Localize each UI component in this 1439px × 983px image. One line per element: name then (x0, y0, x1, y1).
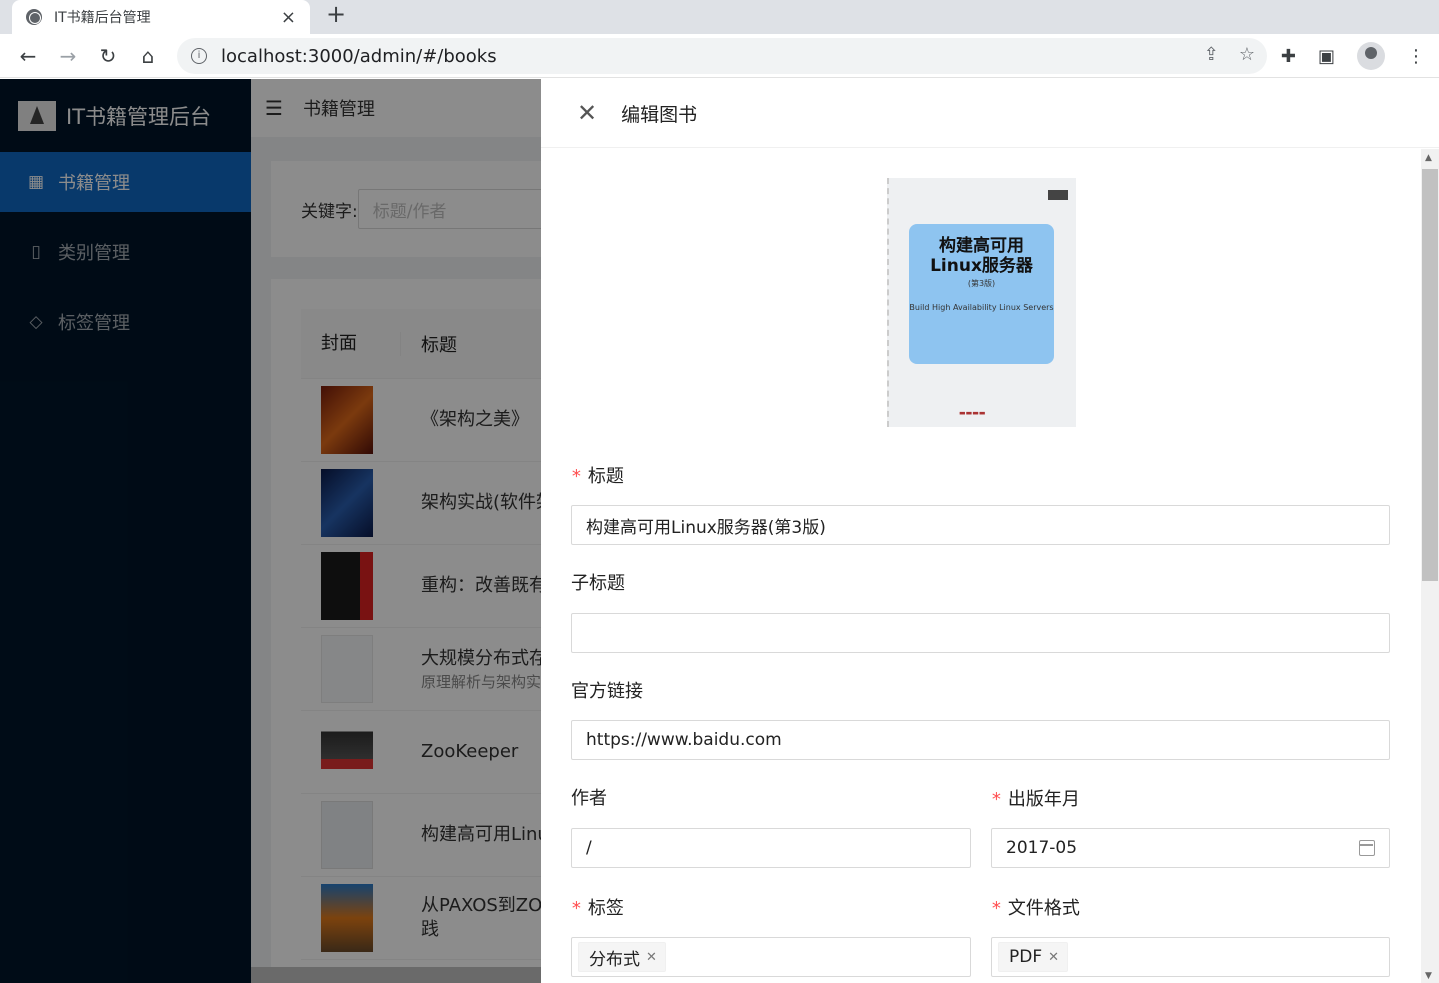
calendar-icon (1359, 840, 1375, 856)
tag-chip: 分布式 ✕ (578, 942, 666, 972)
date-label: * 出版年月 (991, 789, 1080, 810)
cover-badge (1048, 190, 1068, 200)
profile-avatar[interactable] (1357, 42, 1385, 70)
more-menu-icon[interactable]: ⋮ (1407, 46, 1425, 67)
title-label: * 标题 (571, 466, 624, 487)
title-field[interactable]: 构建高可用Linux服务器(第3版) (571, 505, 1390, 545)
browser-tab[interactable]: IT书籍后台管理 × (12, 0, 310, 34)
drawer-mask[interactable] (0, 79, 541, 983)
tab-close-icon[interactable]: × (281, 7, 296, 28)
format-label: * 文件格式 (991, 898, 1080, 919)
format-select[interactable]: PDF ✕ (991, 937, 1390, 977)
drawer-title: 编辑图书 (621, 103, 698, 126)
date-picker[interactable]: 2017-05 (991, 828, 1390, 868)
drawer-body: 构建高可用 Linux服务器 (第3版) Build High Availabi… (571, 149, 1391, 983)
browser-toolbar: ← → ↻ ⌂ i localhost:3000/admin/#/books ⇪… (0, 34, 1439, 78)
site-info-icon[interactable]: i (191, 48, 207, 64)
subtitle-label: 子标题 (571, 573, 625, 594)
forward-icon[interactable]: → (54, 42, 82, 70)
edit-book-drawer: ✕ 编辑图书 构建高可用 Linux服务器 (第3版) Build High A… (541, 79, 1439, 983)
app: IT书籍管理后台 ▦ 书籍管理 ▯ 类别管理 ◇ 标签管理 ☰ 书籍管理 关键字… (0, 79, 1439, 983)
subtitle-field[interactable] (571, 613, 1390, 653)
cover-subtitle: Build High Availability Linux Servers (909, 303, 1054, 312)
scroll-thumb[interactable] (1422, 169, 1438, 581)
extensions-icon[interactable]: ✚ (1281, 46, 1296, 67)
remove-format-icon[interactable]: ✕ (1048, 950, 1059, 965)
tags-select[interactable]: 分布式 ✕ (571, 937, 971, 977)
link-label: 官方链接 (571, 681, 643, 702)
globe-icon (26, 9, 42, 25)
date-value: 2017-05 (1006, 838, 1078, 858)
share-icon[interactable]: ⇪ (1204, 44, 1219, 65)
format-chip: PDF ✕ (998, 942, 1069, 972)
cover-title: 构建高可用 Linux服务器 (930, 236, 1033, 276)
home-icon[interactable]: ⌂ (134, 42, 162, 70)
url-text: localhost:3000/admin/#/books (221, 45, 497, 67)
tags-label: * 标签 (571, 898, 624, 919)
cover-publisher-mark: ▬▬▬▬ (959, 409, 986, 417)
remove-tag-icon[interactable]: ✕ (646, 950, 657, 965)
address-bar[interactable]: i localhost:3000/admin/#/books ⇪ ☆ (177, 38, 1267, 74)
new-tab-button[interactable]: + (326, 0, 346, 28)
scroll-up-icon[interactable]: ▲ (1425, 153, 1432, 163)
book-cover-image[interactable]: 构建高可用 Linux服务器 (第3版) Build High Availabi… (887, 178, 1076, 427)
browser-tab-bar: IT书籍后台管理 × + (0, 0, 1439, 34)
cover-panel: 构建高可用 Linux服务器 (第3版) Build High Availabi… (909, 224, 1054, 364)
link-field[interactable]: https://www.baidu.com (571, 720, 1390, 760)
reload-icon[interactable]: ↻ (94, 42, 122, 70)
author-label: 作者 (571, 788, 607, 809)
close-icon[interactable]: ✕ (577, 99, 597, 127)
cover-edition: (第3版) (967, 279, 996, 288)
author-field[interactable]: / (571, 828, 971, 868)
drawer-header: ✕ 编辑图书 (541, 79, 1439, 148)
drawer-scrollbar[interactable]: ▲ ▼ (1421, 149, 1439, 983)
bookmark-star-icon[interactable]: ☆ (1239, 44, 1255, 65)
tab-title: IT书籍后台管理 (54, 10, 151, 26)
side-panel-icon[interactable]: ▣ (1318, 46, 1335, 67)
back-icon[interactable]: ← (14, 42, 42, 70)
scroll-down-icon[interactable]: ▼ (1425, 971, 1432, 981)
